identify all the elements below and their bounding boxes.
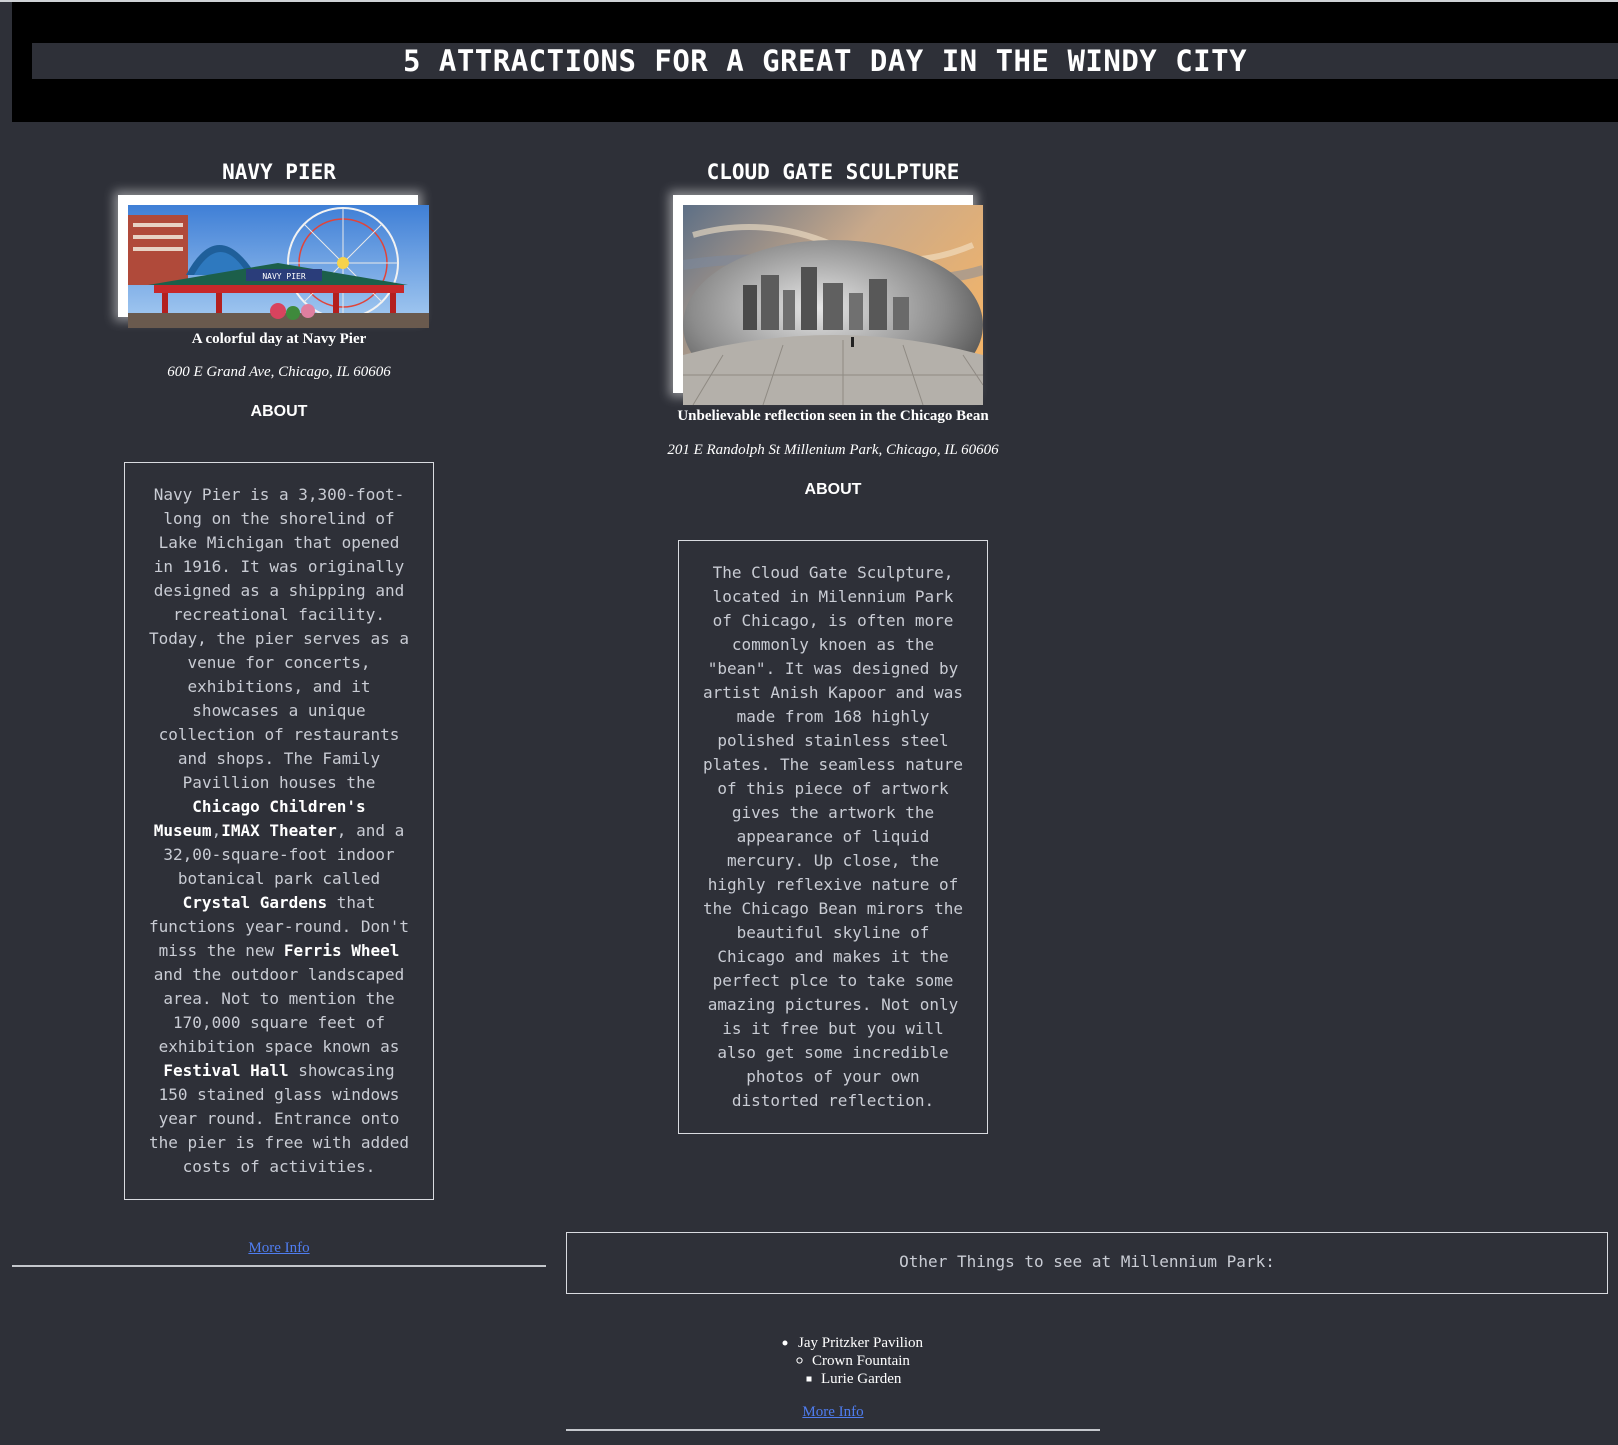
navy-pier-about-text-4: and the outdoor landscaped area. Not to …: [153, 965, 405, 1056]
list-item-label: Jay Pritzker Pavilion: [798, 1335, 923, 1351]
navy-pier-about-sep: ,: [211, 821, 222, 840]
disc-bullet-icon: [782, 1340, 788, 1346]
cloud-gate-more-info-link[interactable]: More Info: [640, 1404, 1026, 1421]
navy-pier-about-label: ABOUT: [250, 403, 308, 420]
navy-pier-illustration: NAVY PIER: [128, 205, 429, 328]
square-bullet-icon: [806, 1376, 812, 1382]
cloud-gate-title: CLOUD GATE SCULPTURE: [706, 160, 960, 184]
list-item-label: Lurie Garden: [821, 1371, 902, 1387]
highlight-ferris-wheel: Ferris Wheel: [283, 941, 400, 960]
navy-pier-address: 600 E Grand Ave, Chicago, IL 60606: [167, 364, 391, 380]
circle-bullet-icon: [796, 1357, 803, 1364]
navy-pier-more-info-link[interactable]: More Info: [120, 1240, 438, 1257]
navy-pier-about-box: Navy Pier is a 3,300-foot-long on the sh…: [124, 462, 434, 1200]
list-item: Crown Fountain: [796, 1352, 910, 1370]
navy-pier-caption: A colorful day at Navy Pier: [191, 331, 367, 347]
navy-pier-photo: NAVY PIER: [128, 205, 429, 328]
cloud-gate-about-label: ABOUT: [804, 481, 862, 498]
cloud-gate-about-box: The Cloud Gate Sculpture, located in Mil…: [678, 540, 988, 1134]
navy-pier-about-text-1: Navy Pier is a 3,300-foot-long on the sh…: [148, 485, 410, 792]
list-item: Jay Pritzker Pavilion: [782, 1334, 923, 1352]
page-title: 5 ATTRACTIONS FOR A GREAT DAY IN THE WIN…: [402, 44, 1248, 78]
highlight-imax-theater: IMAX Theater: [221, 821, 337, 840]
list-item-label: Crown Fountain: [812, 1353, 910, 1369]
navy-pier-sign-text: NAVY PIER: [262, 272, 306, 281]
cloud-gate-caption: Unbelievable reflection seen in the Chic…: [677, 408, 989, 424]
list-item: Lurie Garden: [806, 1370, 902, 1388]
cloud-gate-address: 201 E Randolph St Millenium Park, Chicag…: [667, 442, 999, 458]
other-things-list: Jay Pritzker Pavilion Crown Fountain Lur…: [760, 1334, 960, 1394]
cloud-gate-illustration: [683, 205, 983, 405]
navy-pier-title: NAVY PIER: [222, 160, 336, 184]
highlight-crystal-gardens: Crystal Gardens: [182, 893, 328, 912]
cloud-gate-photo: [683, 205, 983, 405]
other-things-box: Other Things to see at Millennium Park:: [566, 1232, 1608, 1294]
highlight-festival-hall: Festival Hall: [163, 1061, 289, 1080]
cloud-gate-divider: [566, 1429, 1100, 1431]
navy-pier-divider: [12, 1265, 546, 1267]
